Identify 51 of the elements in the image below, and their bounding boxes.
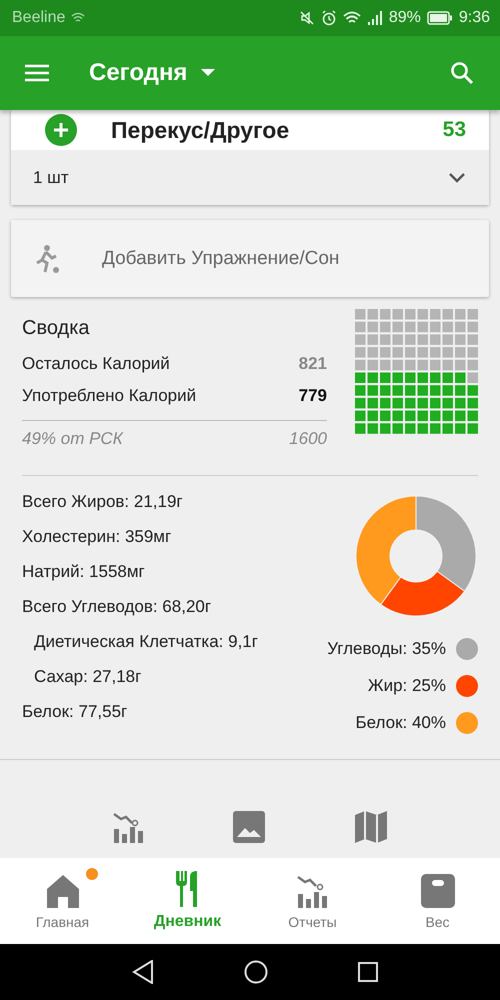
report-chart-icon — [296, 874, 328, 908]
nutrient-text: Холестерин: 359мг — [22, 526, 172, 548]
nav-tab[interactable]: Отчеты — [250, 858, 375, 944]
rdi-total: 1600 — [289, 429, 327, 449]
meal-name: Перекус/Другое — [111, 116, 290, 144]
meal-calories: 53 — [442, 118, 466, 142]
nutrient-text: Сахар: 27,18г — [33, 666, 142, 688]
date-title[interactable]: Сегодня — [89, 59, 188, 87]
home-circle-icon[interactable] — [244, 960, 268, 984]
nav-tab[interactable]: Дневник — [125, 858, 250, 944]
clock-time: 9:36 — [458, 9, 490, 27]
mute-icon — [298, 10, 315, 26]
runner-icon — [36, 244, 60, 272]
legend-label: Жир: 25% — [368, 676, 446, 696]
nav-tab[interactable]: Вес — [375, 858, 500, 944]
nutrient-text: Всего Углеводов: 68,20г — [22, 596, 212, 618]
image-icon[interactable] — [233, 811, 265, 843]
calorie-value: 821 — [298, 354, 327, 374]
alarm-icon — [320, 10, 337, 26]
calorie-label: Употреблено Калорий — [22, 386, 196, 406]
signal-icon — [366, 11, 383, 25]
back-icon[interactable] — [132, 960, 154, 984]
battery-percent: 89% — [388, 9, 421, 27]
caret-icon[interactable] — [201, 69, 216, 77]
nutrient-text: Белок: 77,55г — [22, 701, 128, 723]
calorie-label: Осталось Калорий — [22, 354, 170, 374]
chevron-down-icon — [449, 172, 465, 182]
nutrient-text: Диетическая Клетчатка: 9,1г — [33, 631, 259, 653]
add-exercise-button[interactable]: Добавить Упражнение/Сон — [11, 220, 489, 297]
nutrient-text: Натрий: 1558мг — [22, 561, 146, 583]
wifi-icon — [342, 11, 361, 25]
nutrient-text: Всего Жиров: 21,19г — [22, 491, 184, 513]
carrier-name: Beeline — [12, 9, 66, 27]
legend-label: Углеводы: 35% — [327, 638, 446, 658]
menu-icon[interactable] — [25, 64, 49, 82]
summary-title: Сводка — [22, 317, 91, 340]
nav-tab[interactable]: Главная — [0, 858, 125, 944]
scale-icon — [420, 874, 454, 908]
wifi-icon — [71, 12, 86, 24]
serving-text: 1 шт — [33, 168, 69, 188]
report-chart-icon[interactable] — [113, 811, 143, 843]
battery-icon — [426, 11, 453, 25]
home-icon — [46, 874, 80, 908]
add-icon[interactable] — [45, 114, 77, 146]
search-icon[interactable] — [450, 61, 474, 85]
legend-label: Белок: 40% — [355, 712, 446, 732]
serving-selector[interactable]: 1 шт — [11, 150, 489, 205]
recents-icon[interactable] — [358, 962, 378, 982]
calorie-value: 779 — [298, 386, 327, 406]
rdi-percent: 49% от РСК — [22, 429, 123, 449]
map-icon[interactable] — [355, 811, 387, 843]
